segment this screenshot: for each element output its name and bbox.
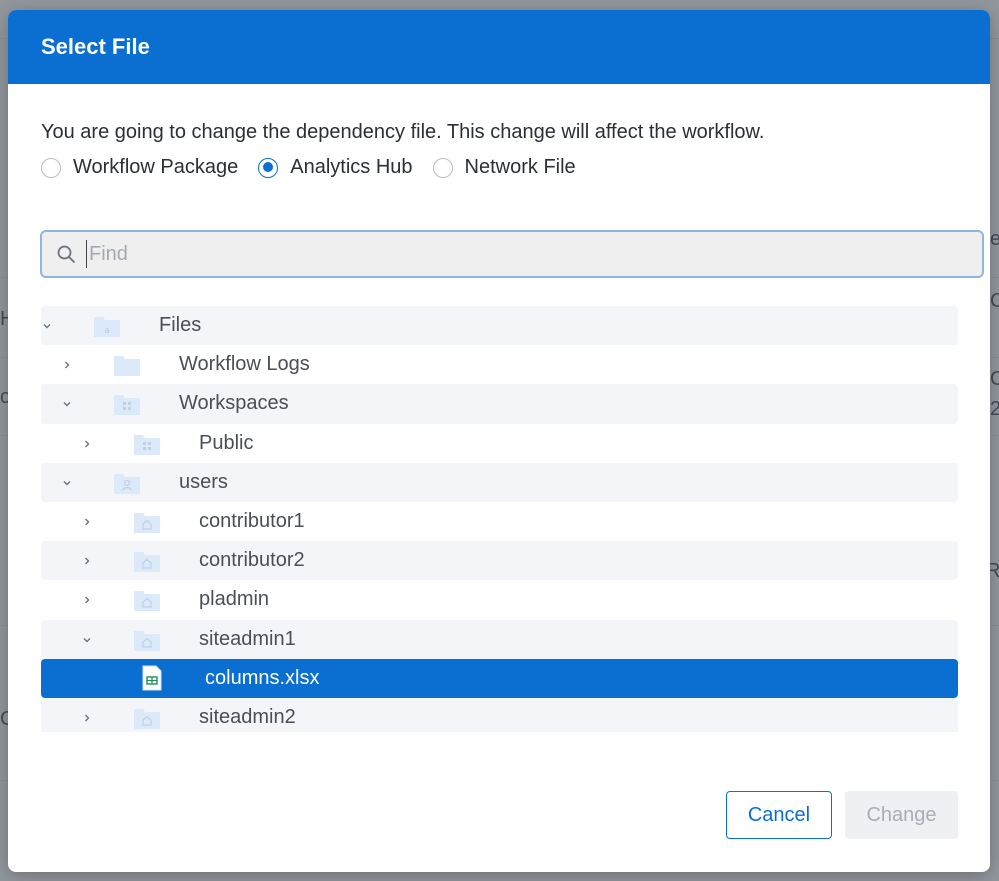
tree-item-label: Workspaces — [179, 392, 289, 415]
user-home-folder-icon — [134, 512, 160, 533]
radio-label: Analytics Hub — [290, 156, 413, 178]
user-home-folder-icon — [134, 708, 160, 729]
radio-label: Network File — [464, 156, 576, 178]
chevron-right-icon[interactable] — [81, 555, 93, 567]
tree-item-label: siteadmin1 — [199, 627, 296, 650]
dialog-title: Select File — [41, 34, 150, 59]
radio-workflow-package[interactable]: Workflow Package — [41, 156, 238, 179]
chevron-down-icon[interactable] — [61, 477, 73, 489]
home-folder-icon: a — [94, 317, 120, 337]
tree-item-label: Files — [159, 314, 202, 336]
tree-item-label: pladmin — [199, 588, 270, 611]
svg-text:a: a — [104, 326, 110, 336]
users-folder-icon — [114, 473, 140, 494]
tree-item-workspaces[interactable]: Workspaces — [41, 384, 958, 424]
workspace-folder-icon — [114, 395, 140, 416]
radio-button-unchecked[interactable] — [432, 157, 453, 178]
radio-analytics-hub[interactable]: Analytics Hub — [258, 156, 413, 179]
user-home-folder-icon — [134, 552, 160, 573]
tree-item-columns-xlsx[interactable]: columns.xlsx — [41, 658, 958, 698]
tree-item-workflow-logs[interactable]: Workflow Logs — [41, 345, 958, 384]
tree-item-label: contributor2 — [199, 549, 305, 572]
tree-item-label: Workflow Logs — [179, 353, 310, 376]
dialog-header: Select File — [8, 10, 990, 84]
tree-item-users[interactable]: users — [41, 462, 958, 502]
tree-item-pladmin[interactable]: pladmin — [41, 580, 958, 619]
tree-item-label: columns.xlsx — [205, 666, 320, 689]
tree-item-siteadmin1[interactable]: siteadmin1 — [41, 619, 958, 659]
workspace-folder-icon — [134, 434, 160, 455]
chevron-right-icon[interactable] — [61, 359, 73, 371]
select-file-dialog: Select File You are going to change the … — [8, 10, 990, 872]
file-tree: a Files Workflow Logs Workspaces Public … — [41, 306, 958, 732]
change-button[interactable]: Change — [845, 791, 958, 839]
tree-item-siteadmin2[interactable]: siteadmin2 — [41, 697, 958, 732]
radio-button-checked[interactable] — [258, 157, 279, 178]
user-home-folder-icon — [134, 591, 160, 612]
tree-item-label: users — [179, 470, 228, 493]
chevron-down-icon[interactable] — [61, 398, 73, 410]
search-box[interactable] — [40, 230, 984, 278]
radio-label: Workflow Package — [73, 156, 239, 178]
spreadsheet-file-icon — [142, 665, 162, 691]
chevron-right-icon[interactable] — [81, 594, 93, 606]
chevron-right-icon[interactable] — [81, 516, 93, 528]
folder-icon — [114, 356, 140, 377]
tree-item-contributor1[interactable]: contributor1 — [41, 502, 958, 541]
chevron-down-icon[interactable] — [81, 634, 93, 646]
cancel-button[interactable]: Cancel — [726, 791, 832, 839]
tree-item-label: siteadmin2 — [199, 705, 296, 728]
tree-item-public[interactable]: Public — [41, 424, 958, 463]
chevron-right-icon[interactable] — [81, 712, 93, 724]
tree-item-files[interactable]: a Files — [41, 306, 958, 346]
user-home-folder-icon — [134, 630, 160, 651]
radio-network-file[interactable]: Network File — [432, 156, 576, 179]
chevron-right-icon[interactable] — [81, 438, 93, 450]
source-radio-group: Workflow Package Analytics Hub Network F… — [41, 156, 596, 179]
chevron-down-icon[interactable] — [41, 320, 53, 332]
tree-item-contributor2[interactable]: contributor2 — [41, 541, 958, 581]
search-icon — [57, 245, 75, 263]
dialog-message: You are going to change the dependency f… — [41, 121, 765, 143]
tree-item-label: contributor1 — [199, 509, 305, 532]
radio-button-unchecked[interactable] — [41, 157, 61, 178]
tree-item-label: Public — [199, 431, 254, 454]
search-input[interactable] — [86, 240, 982, 268]
